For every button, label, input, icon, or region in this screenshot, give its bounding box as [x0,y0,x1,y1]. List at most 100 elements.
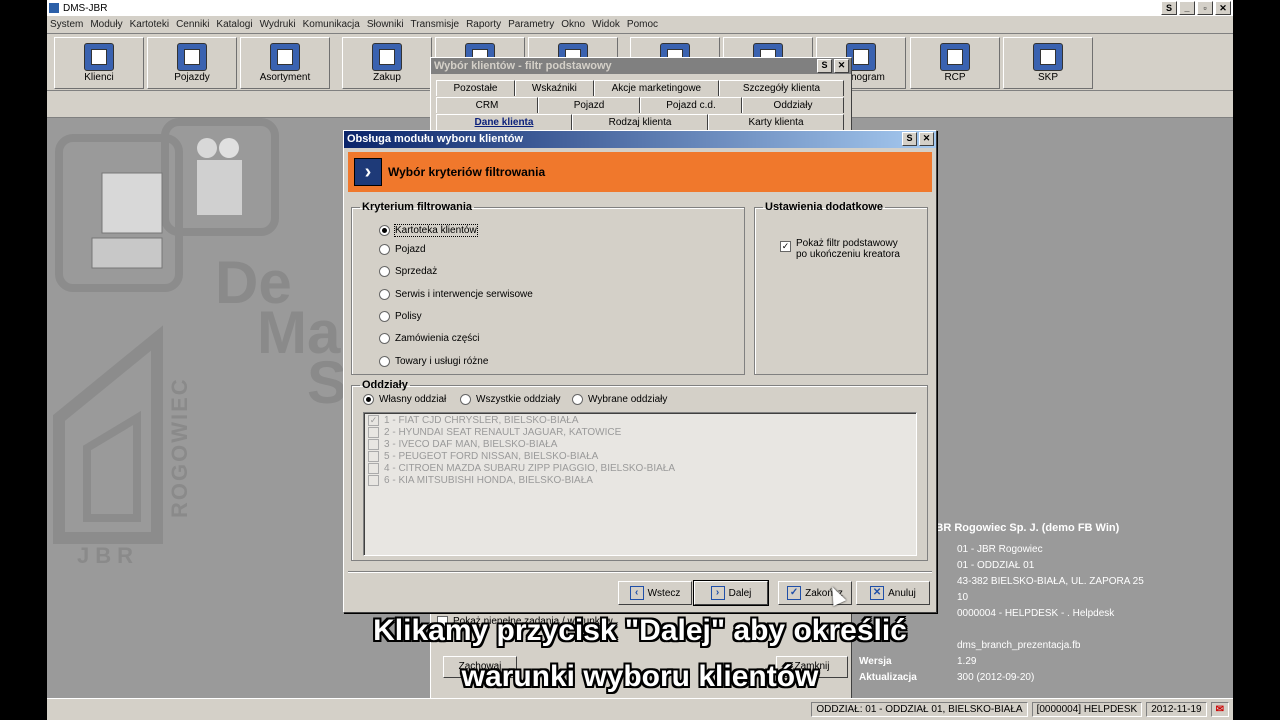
criteria-option[interactable]: Zamówienia części [379,333,479,344]
criteria-option[interactable]: Pojazd [379,244,426,255]
branch-checkbox[interactable] [368,475,379,486]
branch-checkbox[interactable]: ✓ [368,415,379,426]
tab-wskazniki[interactable]: Wskaźniki [514,80,594,96]
next-button[interactable]: › Dalej [693,580,769,606]
menu-komunikacja[interactable]: Komunikacja [300,19,364,30]
toolbar-klienci-button[interactable]: Klienci [54,37,144,89]
toolbar-asortyment-button[interactable]: Asortyment [240,37,330,89]
radio-button[interactable] [379,333,390,344]
radio-button[interactable] [379,244,390,255]
status-alert-icon[interactable]: ✉ [1210,702,1229,717]
radio-button[interactable] [363,394,374,405]
branch-label: 2 - HYUNDAI SEAT RENAULT JAGUAR, KATOWIC… [384,427,622,438]
tab-karty-klienta[interactable]: Karty klienta [708,114,844,130]
toolbar-pojazdy-button[interactable]: Pojazdy [147,37,237,89]
restore-button[interactable]: ▫ [1197,1,1213,15]
menu-system[interactable]: System [47,19,87,30]
radio-button[interactable] [379,225,390,236]
criteria-option[interactable]: Polisy [379,311,422,322]
logo-vertical-text: ROGOWIEC [167,377,192,518]
branches-list[interactable]: ✓ 1 - FIAT CJD CHRYSLER, BIELSKO-BIAŁA 2 … [363,412,917,556]
info-value: 10 [957,592,969,603]
menu-raporty[interactable]: Raporty [463,19,505,30]
menu-kartoteki[interactable]: Kartoteki [127,19,173,30]
menu-slowniki[interactable]: Słowniki [364,19,408,30]
branch-mode-own[interactable]: Własny oddział [363,394,446,405]
menu-pomoc[interactable]: Pomoc [624,19,662,30]
rcp-icon [940,43,970,71]
info-value: 43-382 BIELSKO-BIAŁA, UL. ZAPORA 25 [957,576,1144,587]
back-arrow-icon: ‹ [629,586,644,600]
next-arrow-icon: › [710,586,725,600]
menu-moduly[interactable]: Moduły [87,19,126,30]
criteria-option[interactable]: Kartoteka klientów [379,224,478,237]
criteria-option[interactable]: Towary i usługi różne [379,356,488,367]
branch-checkbox[interactable] [368,451,379,462]
tab-pojazd[interactable]: Pojazd [538,97,640,113]
tab-crm[interactable]: CRM [436,97,538,113]
wizard-arrow-icon: › [354,158,382,186]
radio-button[interactable] [379,266,390,277]
minimize-button[interactable]: _ [1179,1,1195,15]
radio-button[interactable] [379,311,390,322]
list-item[interactable]: 3 - IVECO DAF MAN, BIELSKO-BIAŁA [368,439,557,450]
tab-oddzialy[interactable]: Oddziały [742,97,844,113]
radio-button[interactable] [460,394,471,405]
cancel-x-icon: ✕ [870,586,885,600]
logo-brand: JBR [77,543,140,568]
radio-button[interactable] [572,394,583,405]
tab-pozostale[interactable]: Pozostałe [436,80,515,96]
branch-checkbox[interactable] [368,427,379,438]
criteria-option[interactable]: Serwis i interwencje serwisowe [379,289,533,300]
dialog-close-button[interactable]: ✕ [834,59,849,73]
menu-transmisje[interactable]: Transmisje [408,19,464,30]
subtitle-line-1: Klikamy przycisk "Dalej" aby określić [373,614,907,647]
branch-label: 1 - FIAT CJD CHRYSLER, BIELSKO-BIAŁA [384,415,579,426]
tab-szczegoly-klienta[interactable]: Szczegóły klienta [718,80,844,96]
branch-checkbox[interactable] [368,463,379,474]
branch-mode-all[interactable]: Wszystkie oddziały [460,394,560,405]
list-item[interactable]: ✓ 1 - FIAT CJD CHRYSLER, BIELSKO-BIAŁA [368,415,579,426]
menu-wydruki[interactable]: Wydruki [257,19,300,30]
list-item[interactable]: 4 - CITROEN MAZDA SUBARU ZIPP PIAGGIO, B… [368,463,675,474]
wizard-close-button[interactable]: ✕ [919,132,934,146]
menu-widok[interactable]: Widok [589,19,624,30]
tab-dane-klienta[interactable]: Dane klienta [436,114,572,130]
toolbar-skp-button[interactable]: SKP [1003,37,1093,89]
show-basic-filter-checkbox[interactable]: ✓ [780,241,791,252]
branch-checkbox[interactable] [368,439,379,450]
show-basic-filter-option[interactable]: ✓ Pokaż filtr podstawowy po ukończeniu k… [780,238,900,260]
branch-label: 3 - IVECO DAF MAN, BIELSKO-BIAŁA [384,439,558,450]
menu-cenniki[interactable]: Cenniki [173,19,213,30]
toolbar-rcp-button[interactable]: RCP [910,37,1000,89]
tabs-row-2: CRM Pojazd Pojazd c.d. Oddziały [436,97,844,113]
toolbar-zakup-button[interactable]: Zakup [342,37,432,89]
criteria-option[interactable]: Sprzedaż [379,266,437,277]
client-filter-titlebar: Wybór klientów - filtr podstawowy S ✕ [431,58,851,74]
cancel-label: Anuluj [888,587,916,599]
radio-button[interactable] [379,356,390,367]
list-item[interactable]: 6 - KIA MITSUBISHI HONDA, BIELSKO-BIAŁA [368,475,593,486]
list-item[interactable]: 5 - PEUGEOT FORD NISSAN, BIELSKO-BIAŁA [368,451,598,462]
window-s-button[interactable]: S [1161,1,1177,15]
show-basic-filter-label-2: po ukończeniu kreatora [796,249,900,260]
subtitle-line-2: warunki wyboru klientów [461,660,819,693]
skp-icon [1033,43,1063,71]
menu-okno[interactable]: Okno [558,19,589,30]
menu-katalogi[interactable]: Katalogi [213,19,256,30]
menu-parametry[interactable]: Parametry [505,19,558,30]
close-button[interactable]: ✕ [1215,1,1231,15]
tab-akcje-marketingowe[interactable]: Akcje marketingowe [593,80,719,96]
tab-pojazd-cd[interactable]: Pojazd c.d. [640,97,742,113]
list-item[interactable]: 2 - HYUNDAI SEAT RENAULT JAGUAR, KATOWIC… [368,427,621,438]
wizard-s-button[interactable]: S [902,132,917,146]
app-title: DMS-JBR [63,2,108,14]
dialog-s-button[interactable]: S [817,59,832,73]
radio-button[interactable] [379,289,390,300]
criteria-option-label: Sprzedaż [395,266,438,277]
branch-mode-selected[interactable]: Wybrane oddziały [572,394,667,405]
tab-rodzaj-klienta[interactable]: Rodzaj klienta [572,114,708,130]
back-button[interactable]: ‹ Wstecz [618,581,692,605]
purchase-icon [372,43,402,71]
cancel-button[interactable]: ✕ Anuluj [856,581,930,605]
